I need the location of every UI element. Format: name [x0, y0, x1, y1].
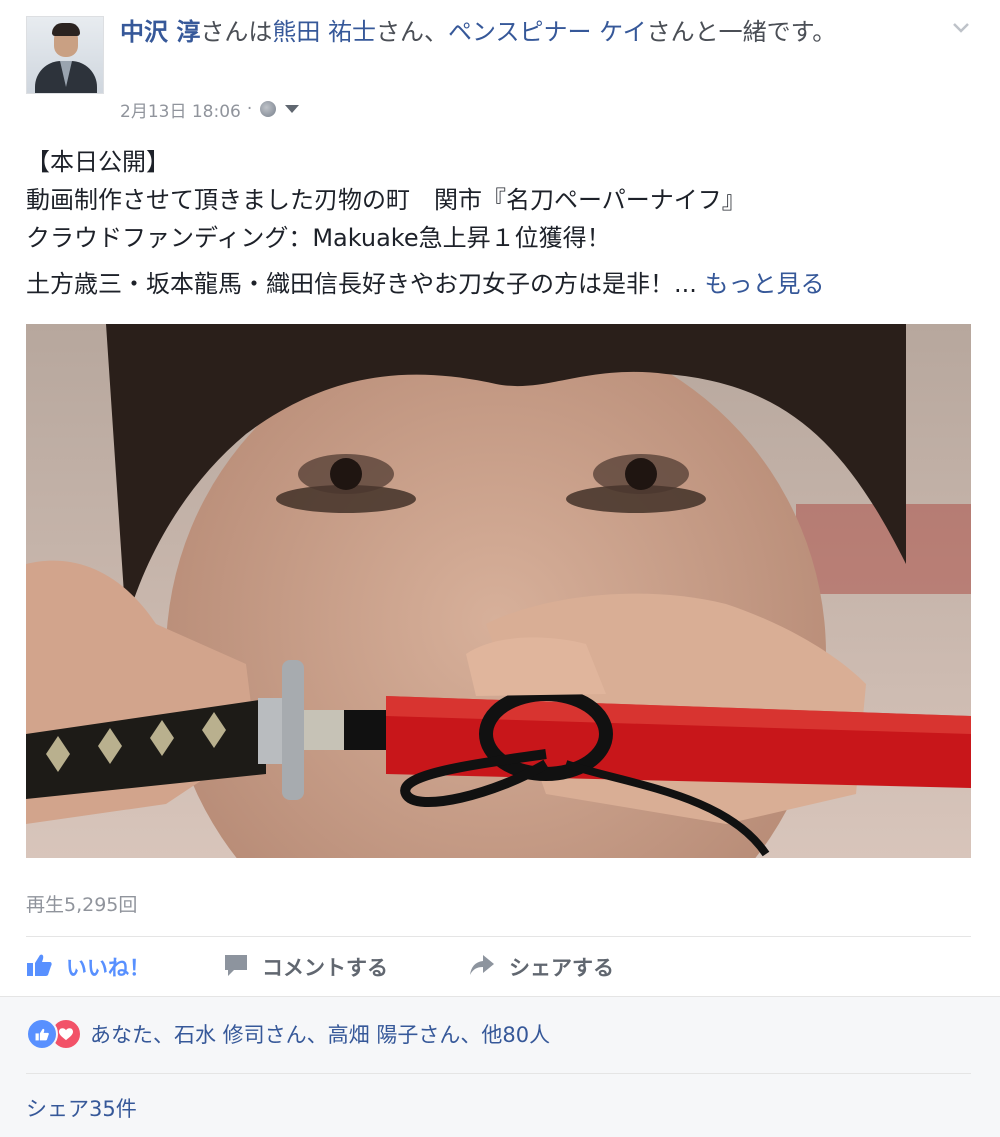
post-meta: 2月13日 18:06 ·	[120, 96, 300, 122]
reactions-text: あなた、石水 修司さん、高畑 陽子さん、他80人	[90, 1023, 551, 1047]
video-player[interactable]	[26, 324, 971, 858]
share-button[interactable]: シェアする	[469, 944, 614, 990]
post-line: クラウドファンディング：Makuake急上昇１位獲得！	[26, 224, 611, 252]
like-label: いいね！	[66, 956, 150, 980]
see-more-link[interactable]: もっと見る	[705, 270, 825, 298]
author-name[interactable]: 中沢 淳	[120, 18, 200, 46]
share-arrow-icon	[469, 954, 495, 981]
post-timestamp[interactable]: 2月13日 18:06	[120, 97, 241, 122]
facebook-post: 中沢 淳さんは熊田 祐士さん、ペンスピナー ケイさんと一緒です。 2月13日 1…	[0, 0, 1000, 1137]
headline-text: さん、	[376, 18, 448, 46]
video-view-count: 再生5,295回	[26, 894, 138, 916]
globe-icon	[260, 101, 277, 117]
comment-button[interactable]: コメントする	[224, 944, 388, 990]
avatar[interactable]	[26, 16, 104, 94]
audience-caret-icon[interactable]	[285, 105, 300, 113]
share-label: シェアする	[509, 956, 614, 980]
like-button[interactable]: いいね！	[26, 944, 150, 990]
headline-text: さんと一緒です。	[646, 18, 837, 46]
post-footer: あなた、石水 修司さん、高畑 陽子さん、他80人 シェア35件	[0, 996, 1000, 1137]
post-line: 動画制作させて頂きました刃物の町 関市『名刀ペーパーナイフ』	[26, 186, 746, 214]
like-reaction-icon	[26, 1018, 58, 1050]
separator: ·	[246, 99, 253, 119]
tagged-user-1[interactable]: 熊田 祐士	[272, 18, 376, 46]
headline-text: さんは	[200, 18, 273, 46]
post-line: 【本日公開】	[26, 148, 170, 176]
comment-label: コメントする	[262, 956, 388, 980]
divider	[26, 936, 971, 937]
post-text: 【本日公開】 動画制作させて頂きました刃物の町 関市『名刀ペーパーナイフ』 クラ…	[26, 143, 976, 303]
share-count-link[interactable]: シェア35件	[26, 1093, 137, 1123]
tagged-user-2[interactable]: ペンスピナー ケイ	[448, 18, 647, 46]
thumbs-up-icon	[26, 953, 52, 982]
post-line-text: 土方歳三・坂本龍馬・織田信長好きやお刀女子の方は是非！...	[26, 270, 697, 298]
reactions-summary[interactable]: あなた、石水 修司さん、高畑 陽子さん、他80人	[26, 1017, 550, 1051]
post-options-chevron-icon[interactable]	[952, 20, 970, 38]
post-headline: 中沢 淳さんは熊田 祐士さん、ペンスピナー ケイさんと一緒です。	[120, 14, 910, 51]
action-bar: いいね！ コメントする シェアする	[26, 944, 971, 990]
post-line: 土方歳三・坂本龍馬・織田信長好きやお刀女子の方は是非！... もっと見る	[26, 265, 976, 303]
comment-bubble-icon	[224, 953, 248, 982]
divider	[26, 1073, 971, 1074]
